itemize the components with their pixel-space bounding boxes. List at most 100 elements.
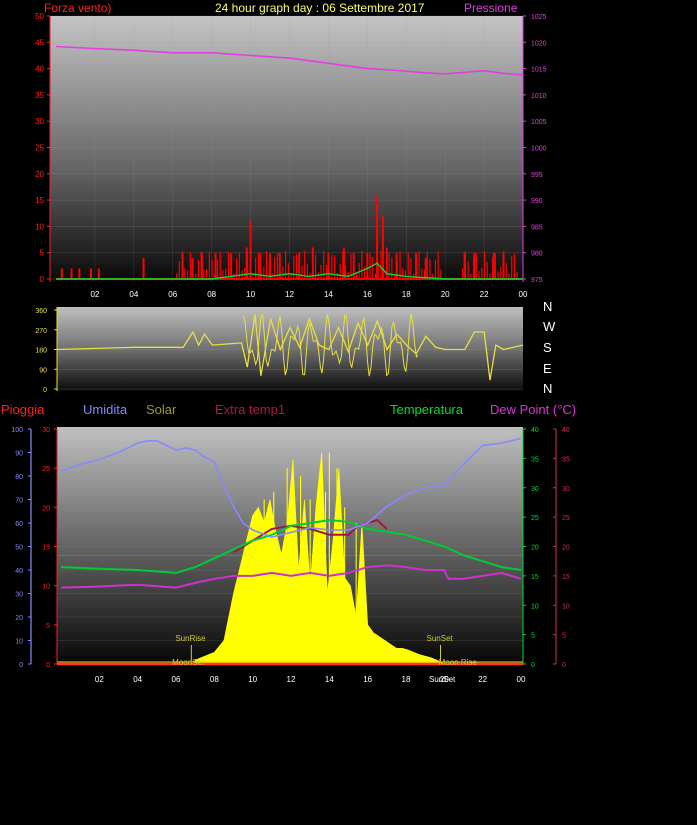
wind-bar xyxy=(407,252,409,279)
x-tick-label: 18 xyxy=(402,290,411,299)
wind-bar xyxy=(502,250,505,279)
temp-tick-label: 0 xyxy=(531,662,535,669)
humidity-tick-label: 70 xyxy=(15,498,23,505)
right-tick-label: 995 xyxy=(531,172,543,179)
wind-bar xyxy=(380,250,382,279)
left-tick-label: 15 xyxy=(35,196,44,205)
wind-bar xyxy=(301,265,303,279)
wind-bar xyxy=(489,273,491,279)
right-tick-label: 990 xyxy=(531,198,543,205)
x-tick-label: 12 xyxy=(287,675,296,684)
legend-pioggia: Pioggia xyxy=(1,402,45,417)
dew-tick-label: 5 xyxy=(562,633,566,640)
dew-tick-label: 0 xyxy=(562,662,566,669)
rain-tick-label: 5 xyxy=(46,623,50,630)
dir-tick-label: 0 xyxy=(43,387,47,394)
wind-bar xyxy=(178,260,180,279)
wind-pressure-panel-bg xyxy=(50,16,523,282)
wind-bar xyxy=(211,259,213,279)
wind-bar xyxy=(481,267,483,279)
header-right-label: Pressione xyxy=(464,1,518,15)
x-tick-label: 20 xyxy=(441,290,450,299)
x-tick-label: 06 xyxy=(172,675,181,684)
x-tick-label: 14 xyxy=(325,675,334,684)
dir-label-s: S xyxy=(543,340,552,355)
wind-bar xyxy=(374,273,377,279)
wind-bar xyxy=(206,269,208,279)
wind-direction-axes: 0 90 180 270 360 xyxy=(35,307,58,394)
x-tick-label: 22 xyxy=(480,290,489,299)
wind-bar xyxy=(505,262,507,279)
humidity-tick-label: 80 xyxy=(15,474,23,481)
x-tick-label: 00 xyxy=(517,675,526,684)
wind-bar xyxy=(402,268,404,279)
wind-bar xyxy=(325,264,328,279)
right-tick-label: 1020 xyxy=(531,40,547,47)
wind-bar xyxy=(197,260,200,279)
x-tick-label: 04 xyxy=(129,290,138,299)
humidity-tick-label: 90 xyxy=(15,451,23,458)
wind-bar xyxy=(331,254,333,279)
wind-bar xyxy=(244,268,246,279)
dir-label-n-top: N xyxy=(543,299,553,314)
left-tick-label: 20 xyxy=(35,170,44,179)
right-tick-label: 980 xyxy=(531,251,543,258)
wind-bar xyxy=(342,250,344,279)
wind-bar xyxy=(97,268,100,279)
chart-title: 24 hour graph day : 06 Settembre 2017 xyxy=(215,1,425,15)
left-tick-label: 30 xyxy=(35,117,44,126)
wind-bar xyxy=(184,268,186,279)
wind-bar xyxy=(396,261,398,279)
dir-tick-label: 360 xyxy=(35,308,47,315)
wind-bar xyxy=(470,273,472,279)
wind-bar xyxy=(478,270,480,279)
wind-bar xyxy=(176,273,178,279)
temp-tick-label: 5 xyxy=(531,633,535,640)
wind-bar xyxy=(192,258,194,279)
wind-bar xyxy=(475,252,477,279)
wind-bar xyxy=(195,273,197,279)
dew-tick-label: 15 xyxy=(562,574,570,581)
wind-bar xyxy=(415,260,417,279)
wind-bar xyxy=(372,256,374,279)
header-left-label: Forza vento) xyxy=(44,1,112,15)
moonrise-label: Moon Rise xyxy=(439,658,478,667)
sunset-footer-label: SunSet xyxy=(429,675,456,684)
dir-label-n-bottom: N xyxy=(543,381,553,396)
wind-bar xyxy=(462,268,464,279)
humidity-tick-label: 20 xyxy=(15,615,23,622)
humidity-tick-label: 10 xyxy=(15,639,23,646)
x-tick-label: 10 xyxy=(248,675,257,684)
wind-bar xyxy=(434,259,437,279)
right-tick-label: 1005 xyxy=(531,119,547,126)
wind-bar xyxy=(219,251,221,279)
wind-bar xyxy=(203,269,205,279)
wind-bar xyxy=(437,251,439,279)
rain-tick-label: 25 xyxy=(42,466,50,473)
legend-temperatura: Temperatura xyxy=(390,402,463,417)
rain-tick-label: 10 xyxy=(42,584,50,591)
x-tick-label: 08 xyxy=(207,290,216,299)
wind-bar xyxy=(265,250,268,279)
wind-bar xyxy=(282,266,284,279)
wind-bar xyxy=(472,257,475,279)
humidity-tick-label: 40 xyxy=(15,568,23,575)
x-tick-label: 02 xyxy=(90,290,99,299)
right-tick-label: 1015 xyxy=(531,67,547,74)
wind-bar xyxy=(497,271,499,279)
dir-label-w: W xyxy=(543,319,556,334)
wind-bar xyxy=(334,255,336,279)
x-tick-label: 02 xyxy=(95,675,104,684)
x-tick-label: 04 xyxy=(133,675,142,684)
temp-tick-label: 30 xyxy=(531,486,539,493)
temp-tick-label: 25 xyxy=(531,515,539,522)
left-tick-label: 0 xyxy=(40,275,45,284)
dir-tick-label: 270 xyxy=(35,328,47,335)
wind-bar xyxy=(486,261,488,279)
rain-tick-label: 15 xyxy=(42,545,50,552)
wind-bar xyxy=(467,261,469,279)
humidity-tick-label: 0 xyxy=(19,662,23,669)
wind-bar xyxy=(142,257,145,279)
x-tick-label: 14 xyxy=(324,290,333,299)
wind-bar xyxy=(70,268,73,279)
